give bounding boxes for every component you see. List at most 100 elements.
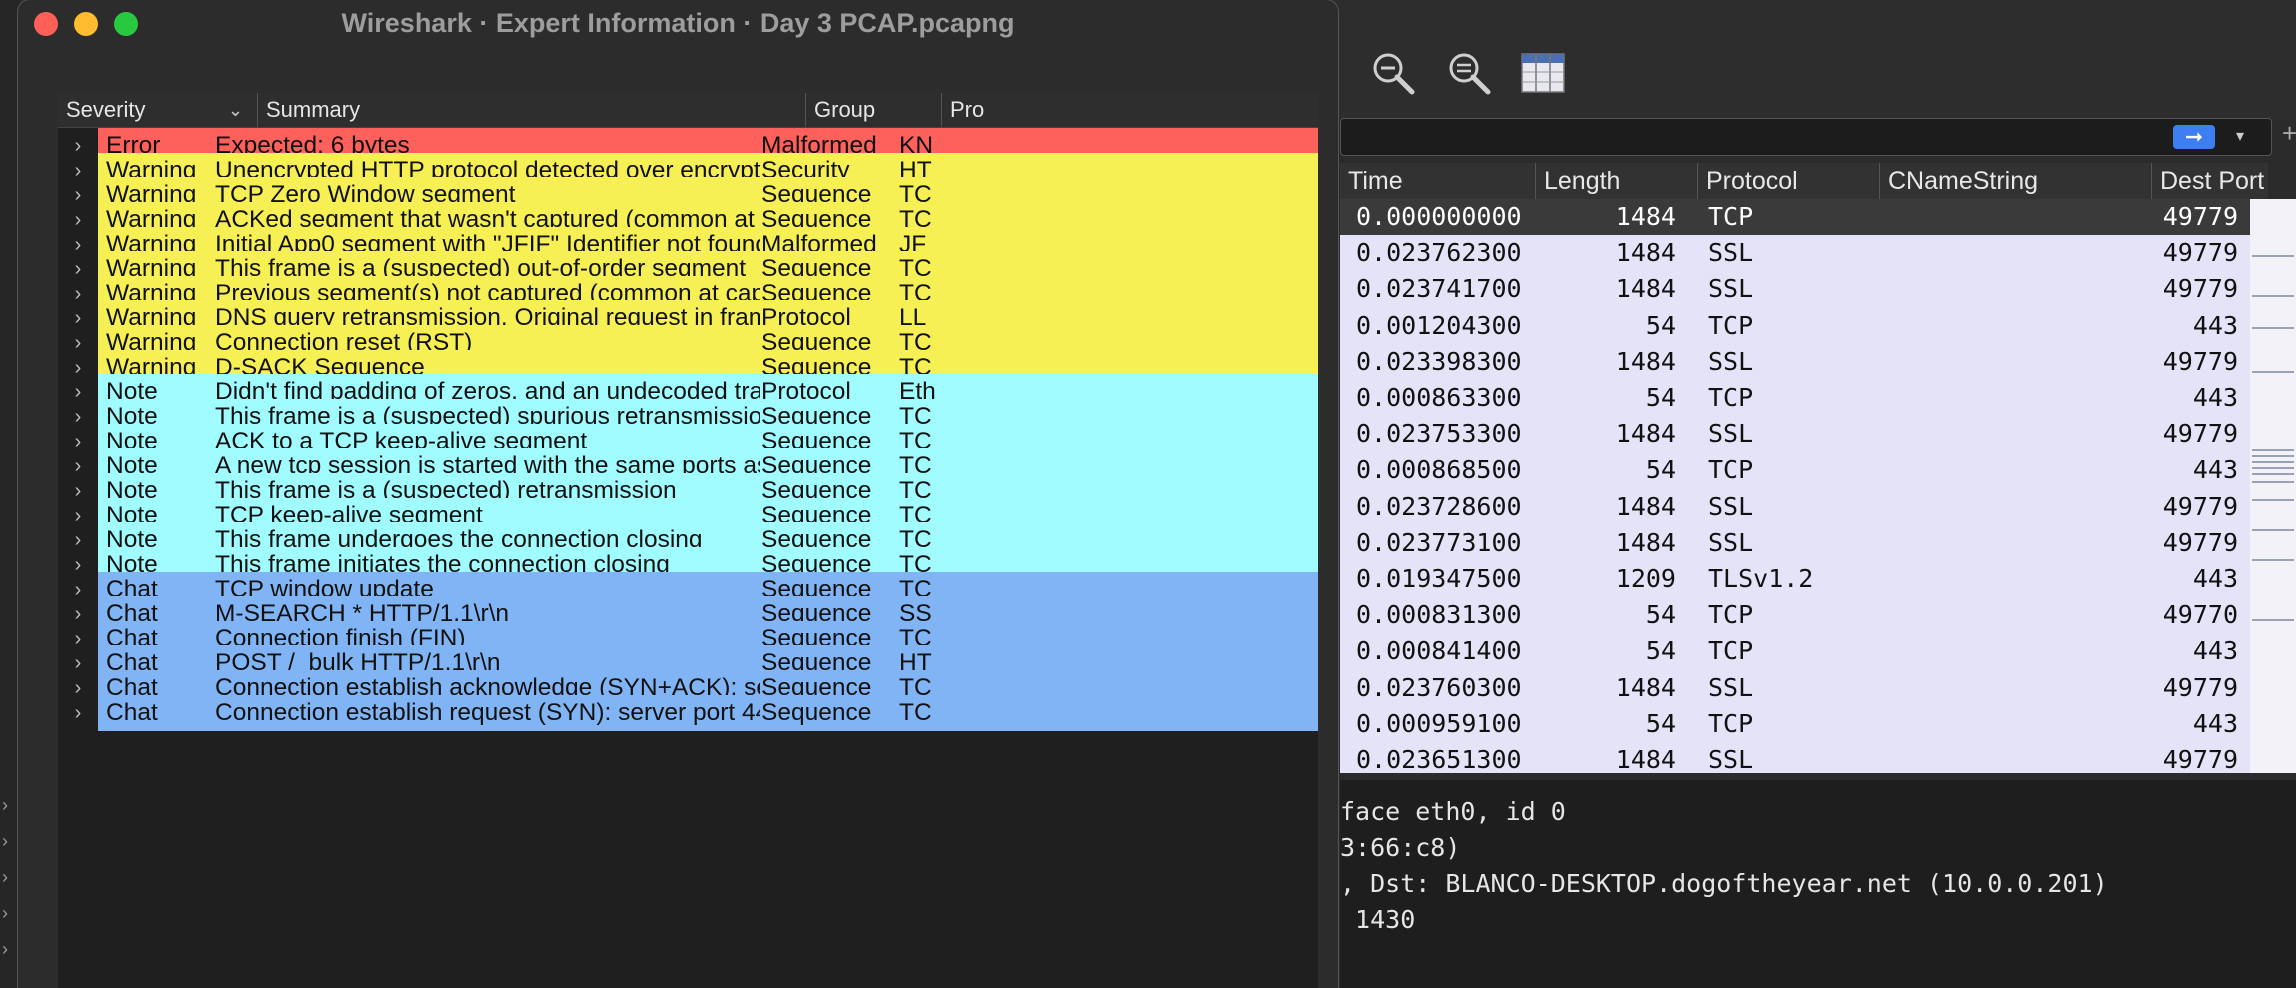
packet-time-cell: 0.001204300 bbox=[1356, 310, 1522, 340]
apply-filter-arrow-icon[interactable]: ➞ bbox=[2173, 125, 2215, 149]
column-header-length[interactable]: Length bbox=[1536, 163, 1698, 199]
packet-dest-port-cell: 49779 bbox=[2162, 202, 2238, 231]
chevron-right-icon: › bbox=[2, 939, 8, 959]
packet-time-cell: 0.023741700 bbox=[1356, 274, 1522, 304]
packet-row[interactable]: 0.023753300 1484 SSL 49779 bbox=[1340, 416, 2250, 452]
column-header-summary[interactable]: Summary bbox=[258, 93, 806, 127]
packet-dest-port-cell: 49770 bbox=[2162, 600, 2238, 630]
packet-length-cell: 54 bbox=[1645, 636, 1676, 666]
packet-time-cell: 0.023762300 bbox=[1356, 238, 1522, 268]
packet-row[interactable]: 0.023760300 1484 SSL 49779 bbox=[1340, 670, 2250, 706]
column-header-protocol[interactable]: Pro bbox=[942, 93, 1318, 127]
packet-protocol-cell: SSL bbox=[1708, 491, 1754, 521]
packet-list: 0.000000000 1484 TCP 49779 0.023762300 1484 SS… bbox=[1340, 199, 2250, 774]
packet-dest-port-cell: 443 bbox=[2192, 383, 2238, 412]
packet-length-cell: 1484 bbox=[1615, 419, 1676, 449]
expert-info-window: Wireshark · Expert Information · Day 3 P… bbox=[18, 0, 1338, 988]
packet-dest-port-cell: 49779 bbox=[2162, 745, 2238, 774]
packet-details-pane: face eth0, id 0 3:66:c8) , Dst: BLANCO-D… bbox=[1340, 780, 2296, 988]
packet-time-cell: 0.019347500 bbox=[1356, 564, 1522, 593]
zoom-out-icon[interactable] bbox=[1446, 50, 1492, 96]
main-toolbar bbox=[1330, 0, 2296, 120]
packet-row[interactable]: 0.000831300 54 TCP 49770 bbox=[1340, 597, 2250, 633]
chevron-right-icon: › bbox=[2, 903, 8, 923]
packet-time-cell: 0.000000000 bbox=[1356, 202, 1522, 231]
detail-line[interactable]: 1430 bbox=[1340, 902, 1415, 938]
packet-minimap-scrollbar[interactable] bbox=[2250, 199, 2296, 773]
packet-row[interactable]: 0.000868500 54 TCP 443 bbox=[1340, 452, 2250, 488]
column-header-severity[interactable]: Severity ⌄ bbox=[58, 93, 258, 127]
packet-dest-port-cell: 49779 bbox=[2162, 238, 2238, 268]
packet-row[interactable]: 0.023398300 1484 SSL 49779 bbox=[1340, 344, 2250, 380]
packet-length-cell: 1484 bbox=[1615, 346, 1676, 376]
packet-length-cell: 1484 bbox=[1615, 491, 1676, 521]
packet-row[interactable]: 0.000000000 1484 TCP 49779 bbox=[1340, 199, 2250, 235]
packet-time-cell: 0.000841400 bbox=[1356, 636, 1522, 666]
packet-length-cell: 1484 bbox=[1615, 202, 1676, 231]
title-bar[interactable]: Wireshark · Expert Information · Day 3 P… bbox=[18, 0, 1338, 46]
packet-length-cell: 54 bbox=[1645, 708, 1676, 738]
packet-row[interactable]: 0.023773100 1484 SSL 49779 bbox=[1340, 525, 2250, 561]
packet-dest-port-cell: 49779 bbox=[2162, 491, 2238, 521]
packet-row[interactable]: 0.000863300 54 TCP 443 bbox=[1340, 380, 2250, 416]
detail-line[interactable]: face eth0, id 0 bbox=[1340, 794, 1566, 830]
packet-row[interactable]: 0.019347500 1209 TLSv1.2 443 bbox=[1340, 561, 2250, 597]
packet-protocol-cell: SSL bbox=[1708, 672, 1754, 702]
packet-protocol-cell: SSL bbox=[1708, 419, 1754, 449]
packet-dest-port-cell: 443 bbox=[2192, 636, 2238, 666]
sort-chevron-down-icon[interactable]: ⌄ bbox=[228, 93, 243, 127]
packet-row[interactable]: 0.000841400 54 TCP 443 bbox=[1340, 633, 2250, 669]
chevron-right-icon: › bbox=[2, 831, 8, 851]
detail-line[interactable]: 3:66:c8) bbox=[1340, 830, 1460, 866]
packet-time-cell: 0.023773100 bbox=[1356, 527, 1522, 557]
packet-row[interactable]: 0.000959100 54 TCP 443 bbox=[1340, 706, 2250, 742]
display-filter-input[interactable]: ➞ ▾ bbox=[1340, 118, 2272, 156]
packet-dest-port-cell: 443 bbox=[2192, 455, 2238, 485]
packet-dest-port-cell: 443 bbox=[2192, 310, 2238, 340]
packet-protocol-cell: TCP bbox=[1708, 383, 1754, 412]
packet-time-cell: 0.000868500 bbox=[1356, 455, 1522, 485]
column-header-protocol[interactable]: Protocol bbox=[1698, 163, 1880, 199]
packet-row[interactable]: 0.023728600 1484 SSL 49779 bbox=[1340, 489, 2250, 525]
column-header-severity-label: Severity bbox=[66, 97, 146, 122]
column-header-group[interactable]: Group bbox=[806, 93, 942, 127]
packet-time-cell: 0.023728600 bbox=[1356, 491, 1522, 521]
packet-time-cell: 0.000863300 bbox=[1356, 383, 1522, 412]
protocol-cell: TC bbox=[899, 698, 932, 726]
packet-protocol-cell: TCP bbox=[1708, 202, 1754, 231]
column-header-dest-port[interactable]: Dest Port bbox=[2152, 163, 2268, 199]
packet-list-header: Time Length Protocol CNameString Dest Po… bbox=[1340, 163, 2268, 199]
packet-time-cell: 0.023651300 bbox=[1356, 745, 1522, 774]
chevron-down-icon[interactable]: ▾ bbox=[2225, 125, 2255, 149]
packet-time-cell: 0.023760300 bbox=[1356, 672, 1522, 702]
packet-protocol-cell: TLSv1.2 bbox=[1708, 564, 1814, 593]
packet-length-cell: 54 bbox=[1645, 383, 1676, 412]
packet-length-cell: 54 bbox=[1645, 600, 1676, 630]
packet-protocol-cell: TCP bbox=[1708, 636, 1754, 666]
add-filter-button[interactable]: + bbox=[2282, 118, 2296, 149]
packet-row[interactable]: 0.023741700 1484 SSL 49779 bbox=[1340, 271, 2250, 307]
detail-line[interactable]: , Dst: BLANCO-DESKTOP.dogoftheyear.net (… bbox=[1340, 866, 2108, 902]
expert-info-row[interactable]: › Chat Connection establish request (SYN):… bbox=[58, 694, 1318, 731]
packet-length-cell: 1484 bbox=[1615, 527, 1676, 557]
packet-length-cell: 54 bbox=[1645, 310, 1676, 340]
packet-protocol-cell: SSL bbox=[1708, 274, 1754, 304]
packet-time-cell: 0.000831300 bbox=[1356, 600, 1522, 630]
packet-protocol-cell: SSL bbox=[1708, 238, 1754, 268]
resize-columns-icon[interactable] bbox=[1520, 50, 1566, 96]
packet-row[interactable]: 0.001204300 54 TCP 443 bbox=[1340, 308, 2250, 344]
packet-dest-port-cell: 49779 bbox=[2162, 527, 2238, 557]
packet-row[interactable]: 0.023651300 1484 SSL 49779 bbox=[1340, 742, 2250, 778]
expand-chevron-icon[interactable]: › bbox=[58, 694, 98, 731]
packet-dest-port-cell: 49779 bbox=[2162, 346, 2238, 376]
column-header-time[interactable]: Time bbox=[1340, 163, 1536, 199]
group-cell: Sequence bbox=[761, 698, 872, 726]
column-header-cnamestring[interactable]: CNameString bbox=[1880, 163, 2152, 199]
packet-dest-port-cell: 49779 bbox=[2162, 672, 2238, 702]
chevron-right-icon: › bbox=[2, 795, 8, 815]
packet-protocol-cell: TCP bbox=[1708, 455, 1754, 485]
zoom-in-icon[interactable] bbox=[1370, 50, 1416, 96]
expert-info-table: Severity ⌄ Summary Group Pro › Error Expec… bbox=[58, 93, 1318, 988]
summary-cell: Connection establish request (SYN): serv… bbox=[215, 698, 760, 726]
packet-row[interactable]: 0.023762300 1484 SSL 49779 bbox=[1340, 235, 2250, 271]
